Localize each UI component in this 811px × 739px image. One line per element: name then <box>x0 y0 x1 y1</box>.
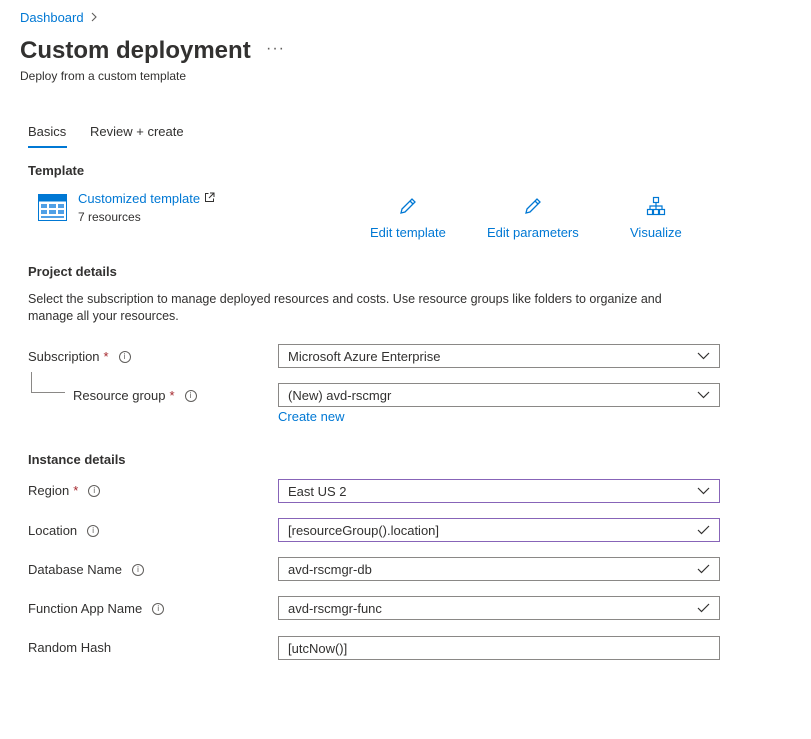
info-icon[interactable]: i <box>118 350 131 363</box>
subscription-dropdown[interactable]: Microsoft Azure Enterprise <box>278 344 720 368</box>
checkmark-icon <box>691 603 715 613</box>
create-new-link[interactable]: Create new <box>278 409 344 424</box>
edit-parameters-button[interactable]: Edit parameters <box>487 196 579 240</box>
chevron-down-icon <box>691 487 715 495</box>
template-icon <box>38 194 67 221</box>
database-name-input[interactable]: avd-rscmgr-db <box>278 557 720 581</box>
tab-selected-indicator <box>28 146 67 148</box>
pencil-icon <box>523 196 543 225</box>
required-marker: * <box>103 349 109 364</box>
location-input[interactable]: [resourceGroup().location] <box>278 518 720 542</box>
database-name-label-text: Database Name <box>28 562 122 577</box>
edit-parameters-label: Edit parameters <box>487 225 579 240</box>
tab-basics[interactable]: Basics <box>28 124 66 139</box>
subscription-value: Microsoft Azure Enterprise <box>288 348 441 364</box>
more-options-button[interactable]: ··· <box>266 40 285 58</box>
customized-template-link[interactable]: Customized template <box>78 191 215 206</box>
resource-group-label: Resource group * i <box>73 388 197 403</box>
region-value: East US 2 <box>288 483 347 499</box>
edit-template-label: Edit template <box>370 225 446 240</box>
project-details-heading: Project details <box>28 264 117 279</box>
subscription-label-text: Subscription <box>28 349 100 364</box>
breadcrumb-dashboard-link[interactable]: Dashboard <box>20 10 84 25</box>
tree-connector-horizontal <box>31 392 65 393</box>
checkmark-icon <box>691 564 715 574</box>
location-value: [resourceGroup().location] <box>288 522 440 538</box>
instance-details-heading: Instance details <box>28 452 126 467</box>
template-resource-count: 7 resources <box>78 210 141 224</box>
checkmark-icon <box>691 525 715 535</box>
tree-connector-vertical <box>31 372 32 392</box>
resource-group-label-text: Resource group <box>73 388 166 403</box>
random-hash-label-text: Random Hash <box>28 640 112 655</box>
region-label: Region * i <box>28 483 101 498</box>
function-app-name-label-text: Function App Name <box>28 601 143 616</box>
function-app-name-value: avd-rscmgr-func <box>288 600 382 616</box>
subscription-label: Subscription * i <box>28 349 131 364</box>
tab-review-create[interactable]: Review + create <box>90 124 184 139</box>
external-link-icon <box>204 191 215 206</box>
random-hash-label: Random Hash <box>28 640 111 655</box>
page-title: Custom deployment <box>20 37 251 64</box>
location-label-text: Location <box>28 523 78 538</box>
chevron-down-icon <box>691 352 715 360</box>
database-name-label: Database Name i <box>28 562 144 577</box>
chevron-down-icon <box>691 391 715 399</box>
breadcrumb: Dashboard <box>20 10 98 25</box>
customized-template-label: Customized template <box>78 191 201 206</box>
project-details-description: Select the subscription to manage deploy… <box>28 292 662 323</box>
info-icon[interactable]: i <box>88 484 101 497</box>
location-label: Location i <box>28 523 100 538</box>
region-dropdown[interactable]: East US 2 <box>278 479 720 503</box>
info-icon[interactable]: i <box>131 563 144 576</box>
template-heading: Template <box>28 163 85 178</box>
required-marker: * <box>73 483 79 498</box>
visualize-button[interactable]: Visualize <box>630 196 682 240</box>
function-app-name-input[interactable]: avd-rscmgr-func <box>278 596 720 620</box>
info-icon[interactable]: i <box>184 389 197 402</box>
function-app-name-label: Function App Name i <box>28 601 165 616</box>
random-hash-input[interactable]: [utcNow()] <box>278 636 720 660</box>
visualize-label: Visualize <box>630 225 682 240</box>
region-label-text: Region <box>28 483 70 498</box>
chevron-right-icon <box>90 11 98 25</box>
resource-group-dropdown[interactable]: (New) avd-rscmgr <box>278 383 720 407</box>
info-icon[interactable]: i <box>87 524 100 537</box>
pencil-icon <box>398 196 418 225</box>
info-icon[interactable]: i <box>152 602 165 615</box>
database-name-value: avd-rscmgr-db <box>288 561 372 577</box>
random-hash-value: [utcNow()] <box>288 640 348 656</box>
required-marker: * <box>169 388 175 403</box>
page-subtitle: Deploy from a custom template <box>20 69 187 83</box>
edit-template-button[interactable]: Edit template <box>370 196 446 240</box>
resource-group-value: (New) avd-rscmgr <box>288 387 392 403</box>
hierarchy-icon <box>646 196 666 225</box>
